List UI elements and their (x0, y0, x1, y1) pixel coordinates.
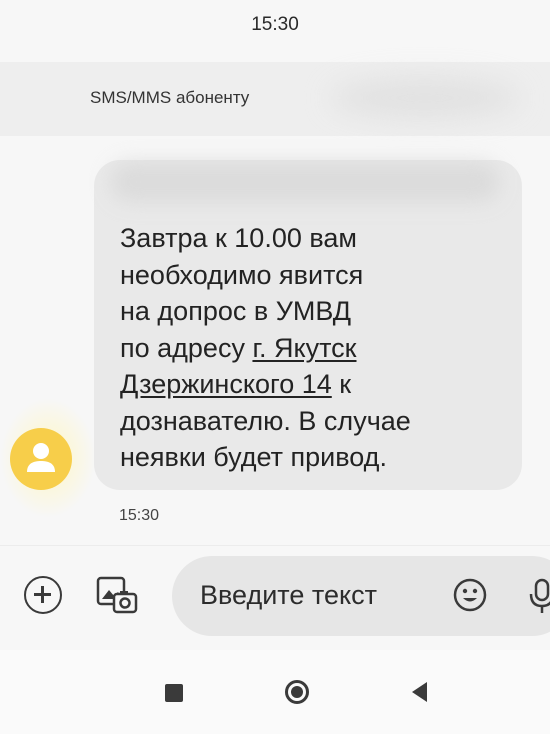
redacted-number-blur (330, 78, 520, 118)
message-text: Завтра к 10.00 вам необходимо явится на до… (120, 220, 510, 476)
microphone-icon[interactable] (528, 576, 550, 616)
message-line-7: неявки будет привод. (120, 442, 387, 472)
message-input-placeholder[interactable]: Введите текст (200, 580, 377, 611)
system-nav-bar (0, 650, 550, 734)
recipient-label: SMS/MMS абоненту (90, 88, 250, 107)
message-line-6: дознавателю. В случае (120, 405, 411, 436)
address-street-link[interactable]: Дзержинского 14 (120, 369, 332, 399)
emoji-icon[interactable] (452, 577, 488, 613)
composer-divider (0, 545, 550, 546)
status-time: 15:30 (251, 14, 299, 35)
avatar[interactable] (10, 428, 72, 490)
back-icon[interactable] (412, 682, 427, 702)
recents-icon[interactable] (165, 684, 183, 702)
message-line-1: Завтра к 10.00 вам (120, 223, 357, 253)
redacted-header-blur (110, 162, 500, 202)
address-city-link[interactable]: г. Якутск (252, 333, 356, 363)
message-line-2: необходимо явится (120, 259, 364, 290)
person-icon (27, 443, 55, 472)
message-line-5-suffix: к (331, 369, 352, 399)
home-icon[interactable] (285, 680, 309, 704)
gallery-icon[interactable] (94, 572, 140, 618)
message-line-4-prefix: по адресу (120, 332, 253, 363)
plus-circle-icon[interactable] (24, 576, 62, 614)
message-line-3: на допрос в УМВД (120, 296, 352, 326)
message-time: 15:30 (119, 507, 160, 524)
